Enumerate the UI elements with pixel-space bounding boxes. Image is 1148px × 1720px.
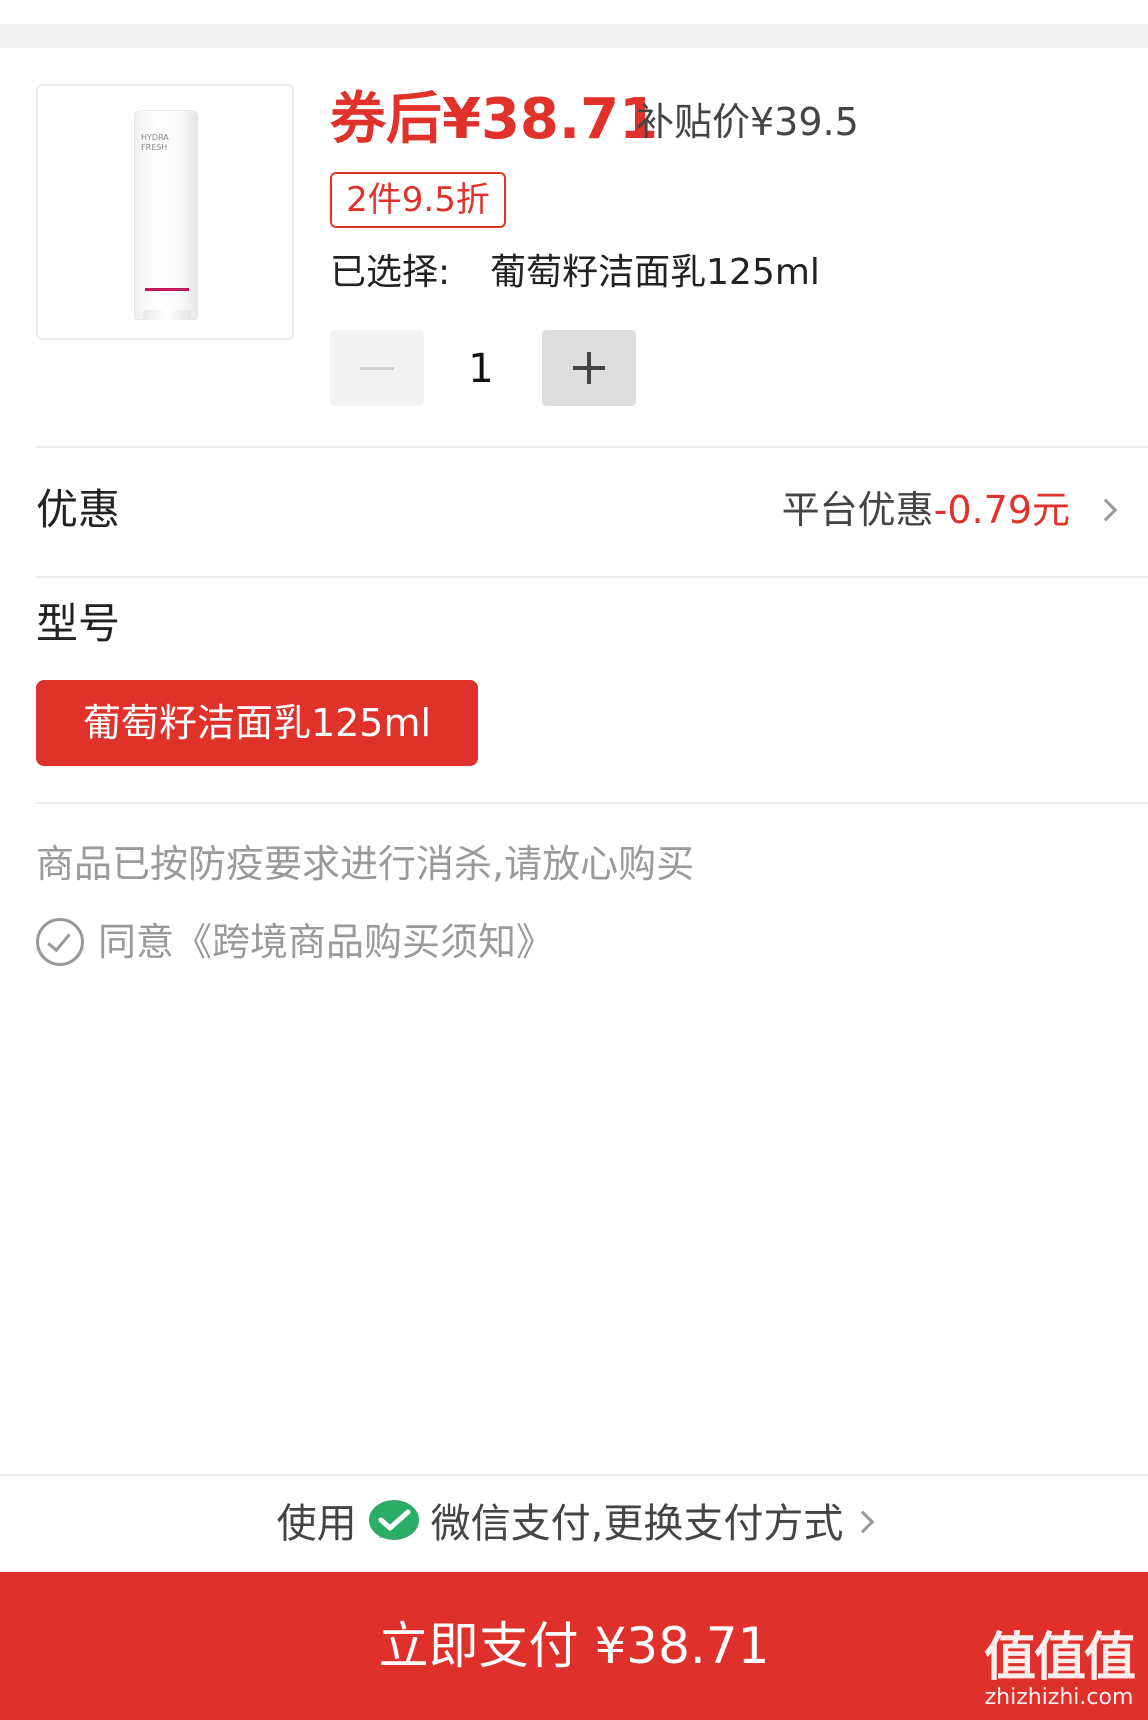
pay-now-label: 立即支付 ¥38.71 [378,1617,770,1675]
selected-variant: 已选择: 葡萄籽洁面乳125ml [330,248,820,298]
payment-prefix: 使用 [276,1501,357,1547]
platform-promo-label: 平台优惠 [781,488,934,532]
product-tube-illustration: HYDRA FRESH [134,110,198,320]
top-divider [0,24,1148,48]
subsidy-price: 补贴价¥39.5 [636,100,859,144]
watermark-site: zhizhizhi.com [984,1685,1134,1710]
discount-badge: 2件9.5折 [330,172,506,228]
quantity-increase-button[interactable] [542,330,636,406]
agreement-link[interactable]: 同意《跨境商品购买须知》 [98,914,554,970]
selected-value: 葡萄籽洁面乳125ml [490,252,820,293]
wechat-pay-icon [367,1498,421,1546]
checkout-sheet: HYDRA FRESH 券后¥38.71 补贴价¥39.5 2件9.5折 已选择… [0,0,1148,1720]
divider [36,446,1148,448]
selected-label: 已选择: [330,252,451,293]
agreement-checkbox[interactable] [36,918,84,966]
pay-now-button[interactable]: 立即支付 ¥38.71 [0,1572,1148,1720]
quantity-value: 1 [468,346,494,392]
product-image: HYDRA FRESH [36,84,294,340]
divider [36,576,1148,578]
model-label: 型号 [36,599,121,648]
product-image-text: HYDRA FRESH [141,133,169,152]
promotion-label: 优惠 [36,485,121,534]
promotion-value: 平台优惠-0.79元 [782,482,1070,538]
watermark: 值值值 zhizhizhi.com [983,1628,1136,1710]
payment-method-row[interactable]: 使用 微信支付,更换支付方式 [0,1492,1148,1556]
divider [0,1474,1148,1476]
platform-promo-amount: -0.79元 [933,488,1070,532]
price-after-coupon: 券后¥38.71 [330,87,659,152]
minus-icon [360,367,394,370]
chevron-right-icon [852,1510,875,1534]
quantity-decrease-button[interactable] [330,330,424,406]
check-icon [47,927,71,953]
divider [36,802,1148,804]
watermark-logo: 值值值 [983,1628,1136,1688]
payment-method-label: 微信支付,更换支付方式 [430,1501,844,1547]
variant-option-selected[interactable]: 葡萄籽洁面乳125ml [36,680,478,766]
disinfection-notice: 商品已按防疫要求进行消杀,请放心购买 [36,842,695,886]
chevron-right-icon [1094,498,1118,522]
